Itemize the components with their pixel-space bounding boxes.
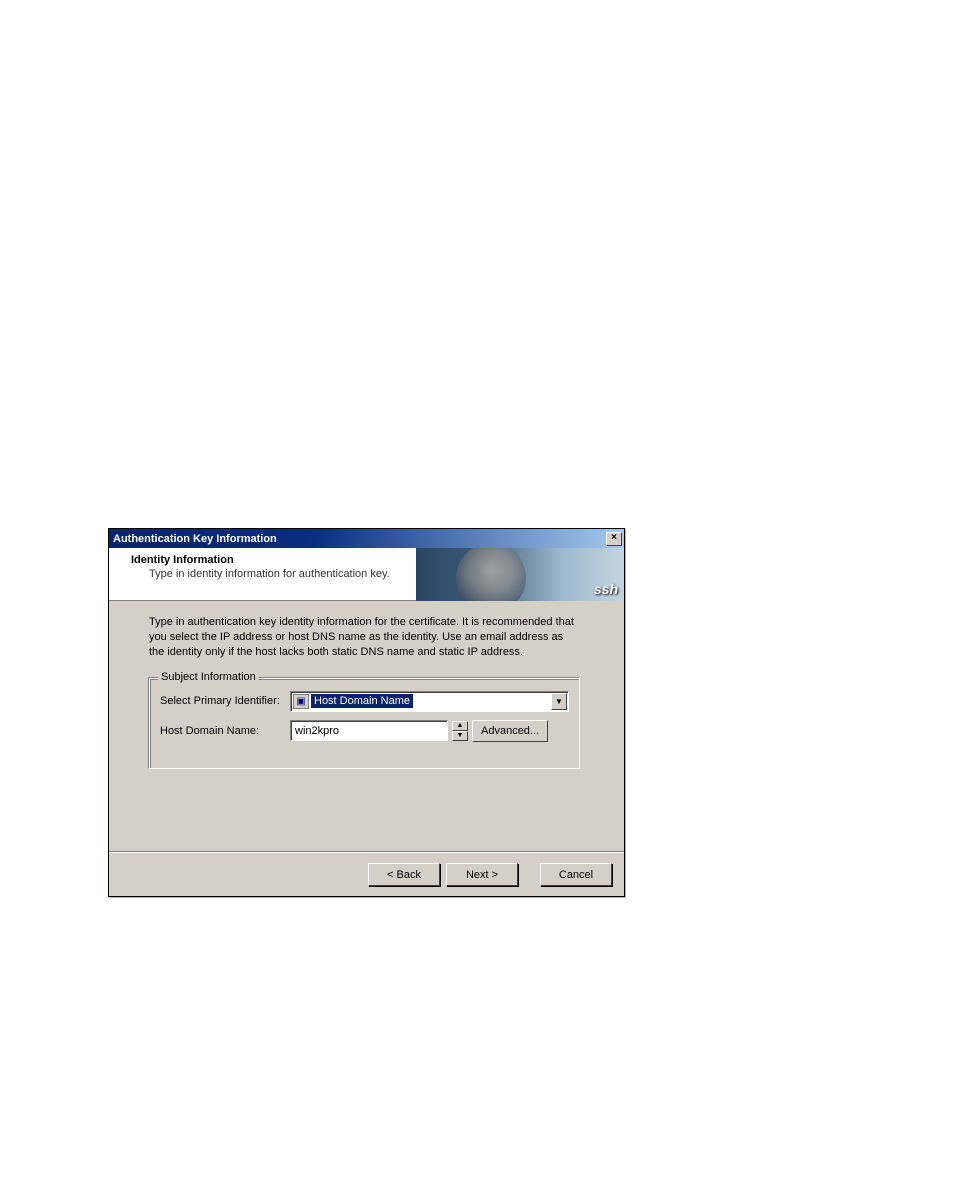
- host-icon: ▣: [293, 694, 309, 709]
- close-button[interactable]: ×: [606, 532, 622, 546]
- close-icon: ×: [611, 532, 617, 543]
- chevron-down-icon[interactable]: ▼: [551, 693, 567, 710]
- titlebar: Authentication Key Information ×: [109, 529, 624, 548]
- dialog-authentication-key-information: Authentication Key Information × Identit…: [108, 528, 625, 897]
- advanced-button[interactable]: Advanced...: [472, 720, 548, 742]
- dialog-body: Type in authentication key identity info…: [109, 601, 624, 851]
- host-domain-name-spinner[interactable]: ▲ ▼: [452, 721, 468, 741]
- label-primary-identifier: Select Primary Identifier:: [160, 695, 290, 707]
- wizard-step-title: Identity Information: [131, 554, 416, 566]
- primary-identifier-dropdown[interactable]: ▣ Host Domain Name ▼: [290, 691, 569, 712]
- wizard-header-text: Identity Information Type in identity in…: [109, 548, 416, 600]
- subject-information-group: Subject Information Select Primary Ident…: [149, 678, 580, 769]
- window-title: Authentication Key Information: [113, 533, 277, 545]
- spinner-down-icon[interactable]: ▼: [452, 731, 468, 741]
- cancel-button[interactable]: Cancel: [540, 863, 612, 886]
- wizard-banner-image: ssh: [416, 548, 624, 601]
- brand-logo: ssh: [594, 581, 618, 597]
- spinner-up-icon[interactable]: ▲: [452, 721, 468, 731]
- back-button[interactable]: < Back: [368, 863, 440, 886]
- groupbox-legend: Subject Information: [158, 671, 259, 683]
- row-primary-identifier: Select Primary Identifier: ▣ Host Domain…: [160, 691, 569, 712]
- row-host-domain-name: Host Domain Name: ▲ ▼ Advanced...: [160, 720, 569, 742]
- wizard-header: Identity Information Type in identity in…: [109, 548, 624, 601]
- wizard-step-subtitle: Type in identity information for authent…: [149, 568, 416, 580]
- next-button[interactable]: Next >: [446, 863, 518, 886]
- primary-identifier-value: Host Domain Name: [311, 694, 413, 708]
- host-domain-name-input[interactable]: [290, 720, 448, 741]
- dialog-footer: < Back Next > Cancel: [109, 853, 624, 896]
- label-host-domain-name: Host Domain Name:: [160, 725, 290, 737]
- description-text: Type in authentication key identity info…: [149, 615, 579, 660]
